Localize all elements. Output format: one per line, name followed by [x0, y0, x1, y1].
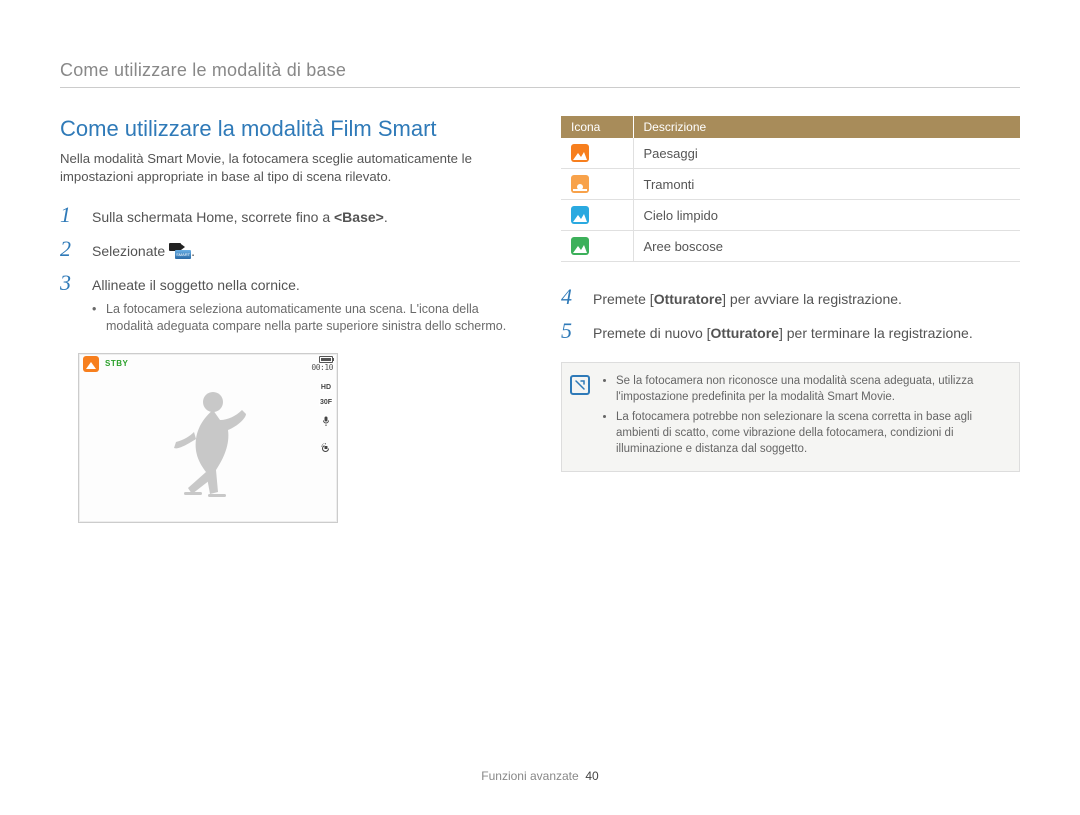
skater-figure [158, 384, 258, 504]
step4-post: ] per avviare la registrazione. [722, 291, 902, 307]
note-item: Se la fotocamera non riconosce una modal… [616, 373, 1007, 405]
step3-text: Allineate il soggetto nella cornice. [92, 277, 300, 293]
mode-landscape-icon [83, 356, 99, 372]
step1-pre: Sulla schermata Home, scorrete fino a [92, 209, 334, 225]
step-text: Sulla schermata Home, scorrete fino a <B… [92, 208, 519, 228]
intro-text: Nella modalità Smart Movie, la fotocamer… [60, 150, 519, 186]
section-header: Come utilizzare le modalità di base [60, 60, 1020, 88]
footer-page: 40 [585, 769, 598, 783]
step-number: 2 [60, 236, 78, 262]
forest-icon [571, 237, 589, 255]
step3-sub: La fotocamera seleziona automaticamente … [92, 301, 519, 335]
row-desc: Cielo limpido [633, 200, 1020, 231]
sunset-icon [571, 175, 589, 193]
step2-text: Selezionate [92, 243, 169, 259]
step-4: 4 Premete [Otturatore] per avviare la re… [561, 284, 1020, 310]
step-2: 2 Selezionate SMART . [60, 236, 519, 262]
sky-icon [571, 206, 589, 224]
step5-bold: Otturatore [711, 325, 779, 341]
step-text: Allineate il soggetto nella cornice. La … [92, 276, 519, 335]
step-text: Selezionate SMART . [92, 242, 519, 262]
smart-movie-icon: SMART [169, 243, 191, 259]
left-column: Come utilizzare la modalità Film Smart N… [60, 116, 519, 523]
note-icon [570, 375, 590, 395]
row-desc: Tramonti [633, 169, 1020, 200]
step-number: 5 [561, 318, 579, 344]
table-row: Tramonti [561, 169, 1020, 200]
note-list: Se la fotocamera non riconosce una modal… [600, 373, 1007, 461]
row-desc: Aree boscose [633, 231, 1020, 262]
step-number: 1 [60, 202, 78, 228]
right-column: Icona Descrizione Paesaggi Tramonti [561, 116, 1020, 523]
step-text: Premete di nuovo [Otturatore] per termin… [593, 324, 1020, 344]
note-box: Se la fotocamera non riconosce una modal… [561, 362, 1020, 472]
mic-icon [320, 414, 332, 432]
table-row: Aree boscose [561, 231, 1020, 262]
preview-right-icons: HD 30F [319, 384, 333, 458]
step5-post: ] per terminare la registrazione. [779, 325, 973, 341]
row-desc: Paesaggi [633, 138, 1020, 169]
note-item: La fotocamera potrebbe non selezionare l… [616, 409, 1007, 457]
step-3: 3 Allineate il soggetto nella cornice. L… [60, 270, 519, 335]
step-text: Premete [Otturatore] per avviare la regi… [593, 290, 1020, 310]
step1-bold: <Base> [334, 209, 384, 225]
table-row: Cielo limpido [561, 200, 1020, 231]
step1-post: . [384, 209, 388, 225]
page-footer: Funzioni avanzate 40 [0, 769, 1080, 783]
scene-icon-table: Icona Descrizione Paesaggi Tramonti [561, 116, 1020, 262]
step4-pre: Premete [ [593, 291, 654, 307]
th-desc: Descrizione [633, 116, 1020, 138]
step-number: 4 [561, 284, 579, 310]
battery-icon [319, 356, 333, 363]
standby-label: STBY [105, 359, 128, 368]
landscape-icon [571, 144, 589, 162]
page-title: Come utilizzare la modalità Film Smart [60, 116, 519, 142]
recording-time: 00:10 [311, 363, 333, 372]
camera-preview: STBY 00:10 HD 30F [78, 353, 338, 523]
table-row: Paesaggi [561, 138, 1020, 169]
step-5: 5 Premete di nuovo [Otturatore] per term… [561, 318, 1020, 344]
step-1: 1 Sulla schermata Home, scorrete fino a … [60, 202, 519, 228]
footer-section: Funzioni avanzate [481, 769, 578, 783]
step4-bold: Otturatore [654, 291, 722, 307]
th-icon: Icona [561, 116, 633, 138]
fps-badge: 30F [319, 399, 333, 406]
hd-badge: HD [320, 384, 332, 391]
stabilization-icon [320, 440, 332, 458]
step5-pre: Premete di nuovo [ [593, 325, 711, 341]
step-number: 3 [60, 270, 78, 296]
step2-post: . [191, 243, 195, 259]
